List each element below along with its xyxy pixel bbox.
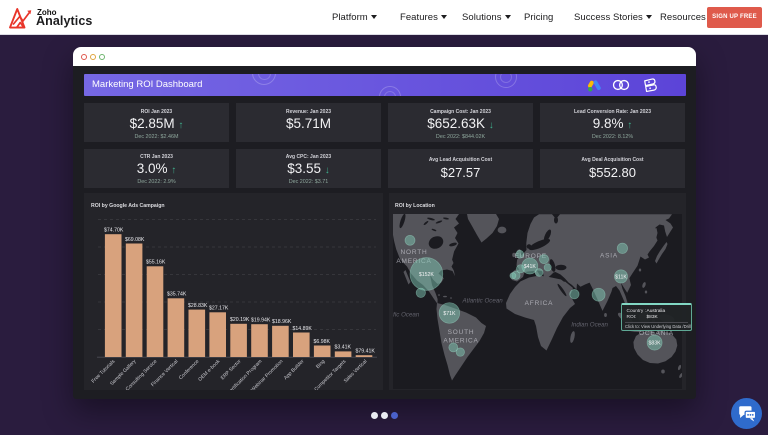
- svg-text:$83K: $83K: [649, 341, 662, 347]
- svg-text:$11K: $11K: [615, 274, 627, 280]
- svg-text:AFRICA: AFRICA: [525, 300, 554, 307]
- svg-text:NORTH: NORTH: [401, 249, 428, 256]
- svg-text:$55.16K: $55.16K: [146, 260, 166, 266]
- svg-text:Atlantic Ocean: Atlantic Ocean: [461, 298, 503, 305]
- svg-text:$18.96K: $18.96K: [272, 319, 292, 325]
- svg-text:$6.98K: $6.98K: [314, 339, 331, 345]
- svg-text:$69.08K: $69.08K: [125, 237, 145, 243]
- svg-text:ROI by Location: ROI by Location: [395, 203, 435, 209]
- svg-text:AMERICA: AMERICA: [443, 338, 478, 345]
- svg-text:$28.83K: $28.83K: [188, 303, 208, 309]
- svg-text:$41K: $41K: [524, 264, 537, 270]
- svg-text:ASIA: ASIA: [600, 253, 618, 260]
- svg-text:$27.17K: $27.17K: [209, 306, 229, 312]
- svg-text:$79.41K: $79.41K: [356, 349, 376, 355]
- svg-text:ROI by Google Ads Campaign: ROI by Google Ads Campaign: [91, 203, 165, 209]
- svg-text:App Builder: App Builder: [283, 358, 306, 381]
- svg-text:$14.89K: $14.89K: [293, 326, 313, 332]
- svg-text:$152K: $152K: [419, 272, 435, 278]
- svg-text:$71K: $71K: [443, 311, 456, 317]
- svg-text:$19.94K: $19.94K: [251, 318, 271, 324]
- svg-text:$35.74K: $35.74K: [167, 292, 187, 298]
- svg-text:$74.70K: $74.70K: [104, 228, 124, 234]
- svg-text:SOUTH: SOUTH: [448, 329, 475, 336]
- svg-text:Bing: Bing: [315, 359, 326, 370]
- svg-text:cific Ocean: cific Ocean: [389, 312, 420, 319]
- svg-text:Indian Ocean: Indian Ocean: [571, 321, 608, 328]
- svg-text:$3.41K: $3.41K: [335, 345, 352, 351]
- svg-text:OEM e-book: OEM e-book: [197, 358, 221, 382]
- svg-text:$20.19K: $20.19K: [230, 317, 250, 323]
